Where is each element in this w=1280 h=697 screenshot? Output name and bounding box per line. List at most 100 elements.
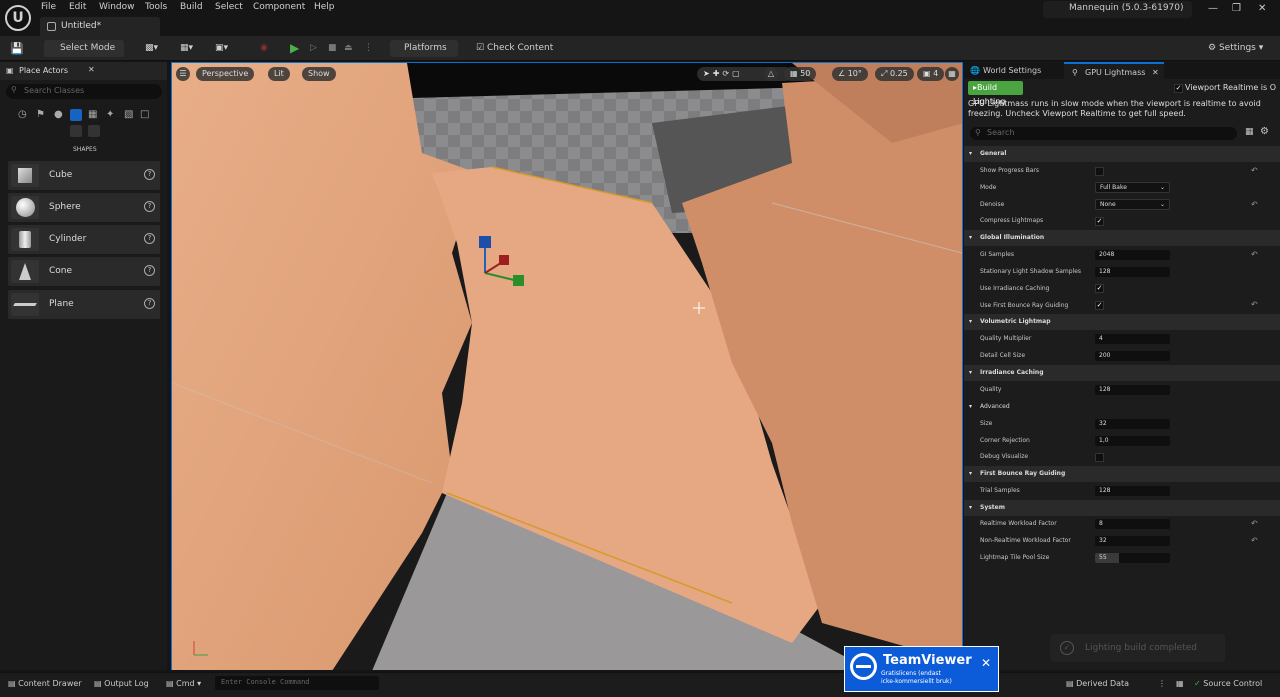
cinematics-icon[interactable]: ▣▾ [215,40,228,57]
menu-component[interactable]: Component [253,2,305,12]
check-content-button[interactable]: ☑ Check Content [476,40,553,57]
realtime-workload-field[interactable]: 8 [1095,519,1170,529]
stationary-shadow-samples-field[interactable]: 128 [1095,267,1170,277]
shape-item-cube[interactable]: Cube ? [8,161,160,190]
show-progress-checkbox[interactable] [1095,167,1104,176]
reset-icon[interactable]: ↶ [1251,166,1258,175]
help-icon[interactable]: ? [144,233,155,244]
section-first-bounce-ray-guiding[interactable]: ▾ First Bounce Ray Guiding [964,466,1280,482]
lit-button[interactable]: Lit [268,67,290,81]
grid-snap-button[interactable]: ▦ 50 [784,67,817,81]
help-icon[interactable]: ? [144,201,155,212]
section-global-illumination[interactable]: ▾ Global Illumination [964,230,1280,246]
angle-snap-button[interactable]: ∠ 10° [832,67,868,81]
camera-speed-button[interactable]: ▣ 4 [917,67,945,81]
extra-category-2-icon[interactable] [88,125,100,137]
select-mode-button[interactable]: Select Mode ▾ [44,40,124,70]
viewport-layout-icon[interactable]: ▦ [945,67,959,81]
eject-icon[interactable]: ⏏ [344,40,353,57]
menu-window[interactable]: Window [99,2,135,12]
play-icon[interactable]: ▶ [290,40,299,57]
content-drawer-button[interactable]: ▤ Content Drawer [8,679,82,688]
shape-item-cylinder[interactable]: Cylinder ? [8,225,160,254]
reset-icon[interactable]: ↶ [1251,519,1258,528]
shape-item-sphere[interactable]: Sphere ? [8,193,160,222]
step-icon[interactable]: ▷ [310,40,317,57]
menu-tools[interactable]: Tools [145,2,167,12]
reset-icon[interactable]: ↶ [1251,200,1258,209]
lights-icon[interactable]: ● [54,109,66,121]
section-general[interactable]: ▾ General [964,146,1280,162]
build-lighting-button[interactable]: ▸Build Lighting [968,81,1023,106]
more-icon[interactable]: ⋮ [1158,679,1166,688]
debug-visualize-checkbox[interactable] [1095,453,1104,462]
console-command-input[interactable]: Enter Console Command [215,676,379,690]
shape-item-cone[interactable]: Cone ? [8,257,160,286]
show-button[interactable]: Show [302,67,336,81]
shapes-icon[interactable] [70,109,82,121]
source-control-icon-extra[interactable]: ▦ [1176,679,1184,688]
maximize-icon[interactable]: ❐ [1232,3,1241,14]
output-log-button[interactable]: ▤ Output Log [94,679,149,688]
source-control-button[interactable]: ✓ Source Control [1194,679,1262,688]
section-system[interactable]: ▾ System [964,500,1280,516]
recent-icon[interactable]: ◷ [18,109,30,121]
place-actors-tab[interactable]: Place Actors [19,66,68,75]
detail-cell-size-field[interactable]: 200 [1095,351,1170,361]
perspective-button[interactable]: Perspective [196,67,255,81]
surface-snapping-icon[interactable]: △ [764,67,778,81]
cmd-dropdown[interactable]: ▤ Cmd ▾ [166,679,201,688]
hamburger-menu-icon[interactable]: ☰ [176,67,190,81]
reset-icon[interactable]: ↶ [1251,536,1258,545]
more-options-icon[interactable]: ⋮ [364,40,373,57]
gear-icon[interactable]: ⚙ [1260,126,1269,137]
tab-gpu-lightmass[interactable]: ⚲ GPU Lightmass ✕ [1064,62,1164,79]
menu-select[interactable]: Select [215,2,243,12]
corner-rejection-field[interactable]: 1,0 [1095,436,1170,446]
visual-effects-icon[interactable]: ✦ [106,109,118,121]
add-actor-icon[interactable]: ▩▾ [145,40,158,57]
use-first-bounce-checkbox[interactable]: ✓ [1095,301,1104,310]
minimize-icon[interactable]: — [1208,3,1218,14]
section-irradiance-caching[interactable]: ▾ Irradiance Caching [964,365,1280,381]
menu-file[interactable]: File [41,2,56,12]
volumes-icon[interactable]: ▧ [124,109,136,121]
denoise-dropdown[interactable]: None ⌄ [1095,199,1170,210]
compress-lightmaps-checkbox[interactable]: ✓ [1095,217,1104,226]
mode-dropdown[interactable]: Full Bake ⌄ [1095,182,1170,193]
close-icon[interactable]: ✕ [1258,3,1266,14]
platforms-button[interactable]: Platforms ▾ [390,40,458,70]
basic-icon[interactable]: ⚑ [36,109,48,121]
help-icon[interactable]: ? [144,298,155,309]
cinematic-icon[interactable]: ▦ [88,109,100,121]
help-icon[interactable]: ? [144,169,155,180]
search-classes-input[interactable]: ⚲ Search Classes [6,84,162,99]
reset-icon[interactable]: ↶ [1251,250,1258,259]
all-classes-icon[interactable]: □ [140,109,152,121]
section-volumetric-lightmap[interactable]: ▾ Volumetric Lightmap [964,314,1280,330]
use-irradiance-caching-checkbox[interactable]: ✓ [1095,284,1104,293]
unreal-logo-icon[interactable]: U [5,5,31,31]
settings-button[interactable]: ⚙ Settings ▾ [1208,40,1263,57]
size-field[interactable]: 32 [1095,419,1170,429]
details-search-input[interactable]: ⚲ Search [970,127,1237,140]
gi-samples-field[interactable]: 2048 [1095,250,1170,260]
document-tab[interactable]: Untitled* [40,17,160,36]
non-realtime-workload-field[interactable]: 32 [1095,536,1170,546]
lightmap-tile-pool-slider[interactable]: 55 [1095,553,1170,563]
level-viewport[interactable]: ☰ Perspective Lit Show ➤✚⟳▢ △ ▦ 50 ∠ 10°… [171,62,963,670]
scale-snap-button[interactable]: ⤢ 0.25 [875,67,914,81]
section-advanced[interactable]: ▾ Advanced [964,399,1280,415]
reset-icon[interactable]: ↶ [1251,300,1258,309]
menu-edit[interactable]: Edit [69,2,86,12]
record-icon[interactable]: ◉ [260,40,268,57]
close-tab-icon[interactable]: ✕ [88,65,95,74]
blueprint-icon[interactable]: ▦▾ [180,40,193,57]
help-icon[interactable]: ? [144,265,155,276]
trial-samples-field[interactable]: 128 [1095,486,1170,496]
save-icon[interactable]: 💾 [10,40,24,57]
tab-world-settings[interactable]: 🌐 World Settings [964,62,1064,79]
close-icon[interactable]: ✕ [981,656,991,670]
teamviewer-popup[interactable]: TeamViewer Gratislicens (endast icke-kom… [844,646,999,692]
menu-build[interactable]: Build [180,2,203,12]
